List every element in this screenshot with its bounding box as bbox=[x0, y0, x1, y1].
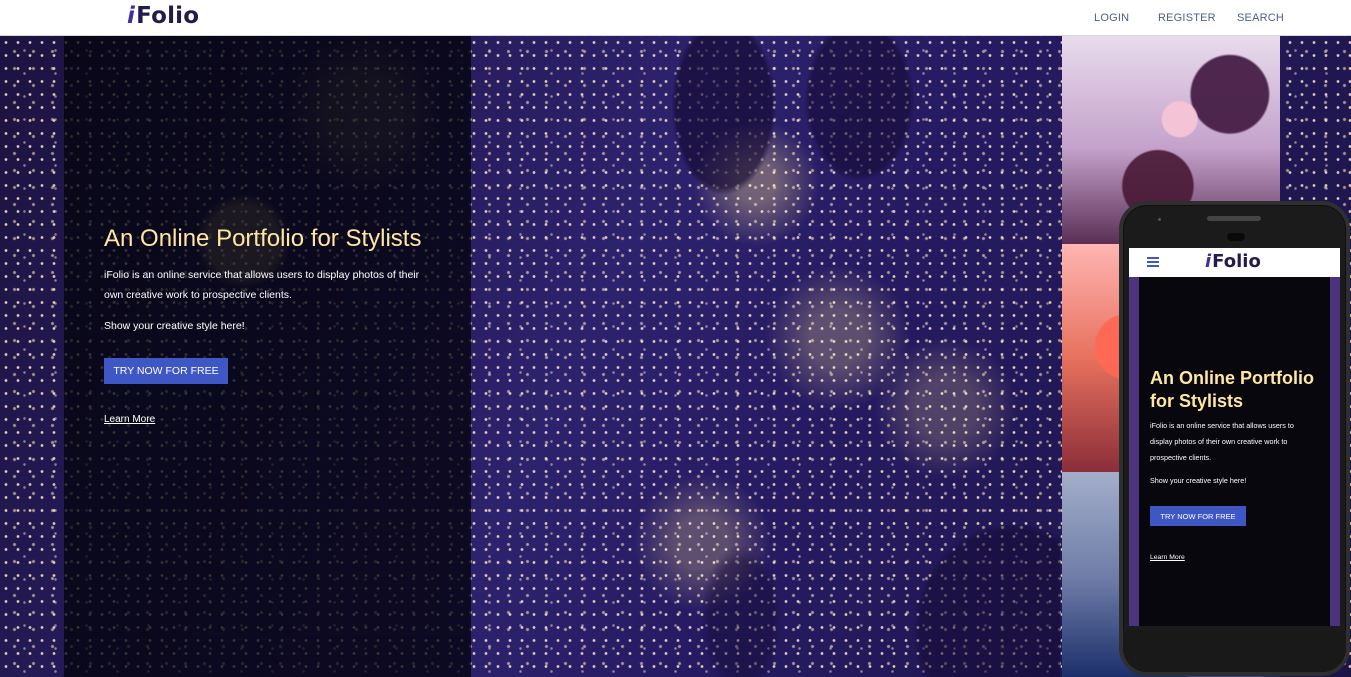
register-link[interactable]: REGISTER bbox=[1158, 12, 1216, 24]
phone-screen: iFolio An Online Portfolio for Stylists … bbox=[1129, 248, 1340, 626]
hero-subtext: Show your creative style here! bbox=[104, 319, 245, 332]
mobile-ifolio-logo[interactable]: iFolio bbox=[1205, 251, 1261, 272]
menu-bar-icon bbox=[1147, 261, 1159, 263]
hamburger-menu-icon[interactable] bbox=[1147, 255, 1159, 267]
login-link[interactable]: LOGIN bbox=[1094, 12, 1129, 24]
phone-bottom-bezel bbox=[1123, 630, 1346, 672]
phone-speaker-dot bbox=[1158, 218, 1161, 221]
mobile-hero-description: iFolio is an online service that allows … bbox=[1150, 421, 1294, 463]
mobile-logo-i-text: i bbox=[1205, 251, 1212, 272]
menu-bar-icon bbox=[1147, 265, 1159, 267]
menu-bar-icon bbox=[1147, 257, 1159, 259]
phone-camera bbox=[1227, 233, 1245, 241]
top-navigation-bar: iFolio LOGIN REGISTER SEARCH bbox=[0, 0, 1351, 36]
ifolio-logo[interactable]: iFolio bbox=[127, 3, 199, 29]
mobile-hero-title: An Online Portfolio for Stylists bbox=[1150, 367, 1314, 411]
learn-more-link[interactable]: Learn More bbox=[104, 414, 155, 425]
mobile-learn-more-link[interactable]: Learn More bbox=[1150, 554, 1185, 561]
phone-preview: iFolio An Online Portfolio for Stylists … bbox=[1119, 201, 1350, 676]
mobile-try-now-button[interactable]: TRY NOW FOR FREE bbox=[1150, 506, 1246, 526]
mobile-hero-subtext: Show your creative style here! bbox=[1150, 476, 1247, 486]
try-now-button[interactable]: TRY NOW FOR FREE bbox=[104, 358, 228, 384]
logo-i-text: i bbox=[127, 3, 136, 29]
search-link[interactable]: SEARCH bbox=[1237, 12, 1284, 24]
mobile-header: iFolio bbox=[1129, 248, 1340, 277]
logo-folio-text: Folio bbox=[136, 3, 200, 29]
hero-description: iFolio is an online service that allows … bbox=[104, 268, 420, 301]
hero-title: An Online Portfolio for Stylists bbox=[104, 225, 422, 253]
mobile-logo-folio-text: Folio bbox=[1212, 251, 1261, 272]
hero-text-overlay bbox=[64, 36, 471, 677]
